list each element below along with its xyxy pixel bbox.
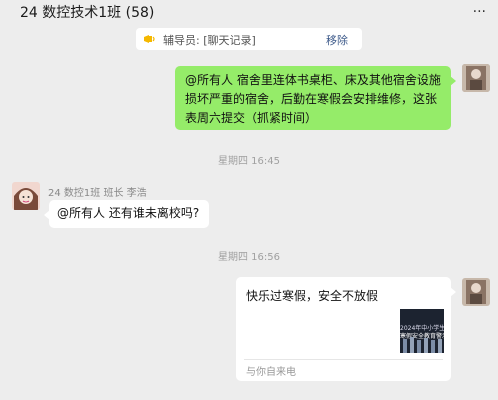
remove-pin-button[interactable]: 移除	[326, 32, 348, 48]
link-card-message[interactable]: 快乐过寒假，安全不放假 2024年中小学生 寒假安全教育警示 与你自来电	[236, 277, 456, 381]
chat-title: 24 数控技术1班 (58)	[20, 5, 155, 21]
pinned-message-bar[interactable]: 辅导员: [聊天记录] 移除	[136, 28, 362, 50]
title-bar: 24 数控技术1班 (58) ···	[0, 0, 498, 26]
announcement-icon	[144, 35, 155, 43]
message-text-line: 损坏严重的宿舍，后勤在寒假会安排维修，这张	[185, 92, 438, 106]
pinned-message-text: 辅导员: [聊天记录]	[163, 34, 256, 47]
sender-avatar[interactable]	[12, 182, 40, 210]
timestamp: 星期四 16:45	[218, 156, 280, 167]
message-bubble-other[interactable]: @所有人 还有谁未离校吗?	[44, 200, 209, 228]
link-card-thumbnail: 2024年中小学生 寒假安全教育警示	[400, 309, 444, 353]
timestamp: 星期四 16:56	[218, 252, 280, 263]
link-card-source: 与你自来电	[246, 367, 296, 378]
more-icon[interactable]: ···	[473, 4, 486, 20]
sender-name: 24 数控1班 班长 李浩	[48, 188, 147, 199]
link-card-title: 快乐过寒假，安全不放假	[246, 289, 379, 303]
message-text-line: @所有人 宿舍里连体书桌柜、床及其他宿舍设施	[185, 73, 441, 87]
self-avatar[interactable]	[462, 64, 490, 92]
thumbnail-figures	[403, 337, 442, 353]
message-text-line: 表周六提交（抓紧时间）	[185, 111, 318, 125]
self-avatar[interactable]	[462, 278, 490, 306]
message-text: @所有人 还有谁未离校吗?	[57, 206, 200, 220]
link-card-divider	[244, 359, 443, 360]
message-bubble-self[interactable]: @所有人 宿舍里连体书桌柜、床及其他宿舍设施 损坏严重的宿舍，后勤在寒假会安排维…	[175, 66, 456, 130]
